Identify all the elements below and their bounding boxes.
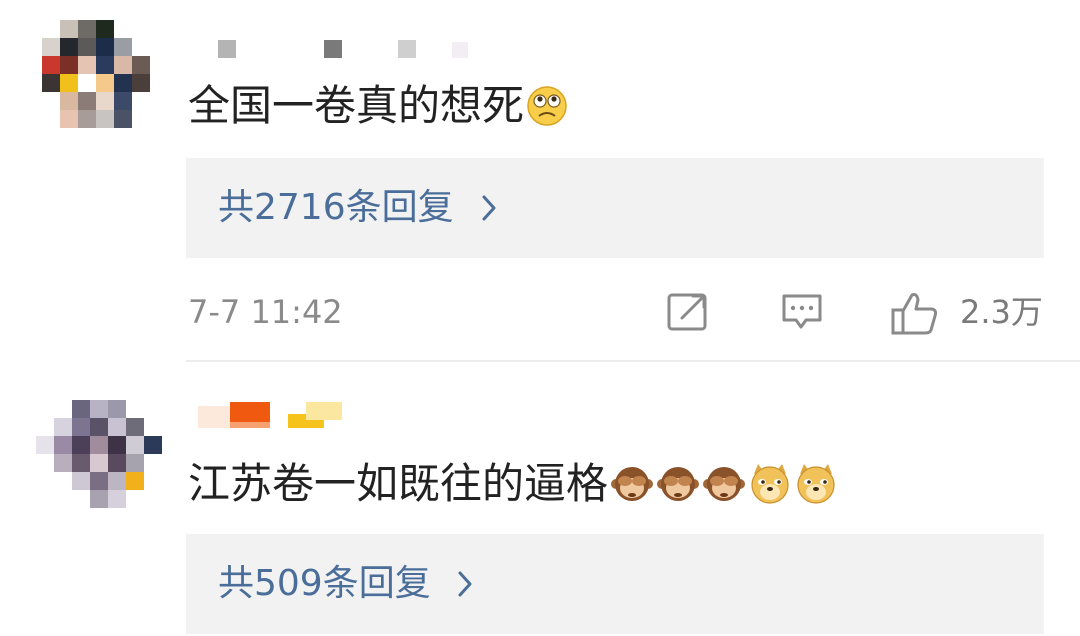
avatar[interactable] (36, 400, 164, 510)
avatar[interactable] (36, 20, 164, 130)
thumbs-up-icon[interactable] (890, 290, 940, 340)
comment-meta: 7-7 11:42 2.3万 (186, 284, 1046, 340)
like-count: 2.3万 (960, 293, 1043, 331)
see-no-evil-monkey-icon (656, 462, 700, 506)
comment-body: 全国一卷真的想死 (188, 81, 525, 130)
comment-body: 江苏卷一如既往的逼格 (188, 459, 609, 508)
see-no-evil-monkey-icon (702, 462, 746, 506)
doge-icon (794, 462, 838, 506)
replies-count-label: 共2716条回复 (218, 187, 454, 228)
chevron-right-icon (480, 194, 498, 226)
comment-list: 全国一卷真的想死 共2716条回复 7-7 11:42 2.3万 江苏卷一如既往… (0, 0, 1080, 636)
crying-face-icon (526, 85, 568, 127)
username-censored[interactable] (190, 36, 490, 66)
chevron-right-icon (456, 570, 474, 602)
comment-item: 江苏卷一如既往的逼格 共509条回复 (0, 362, 1080, 636)
replies-count-label: 共509条回复 (218, 563, 431, 604)
comment-text: 江苏卷一如既往的逼格 (188, 454, 838, 514)
comment-item: 全国一卷真的想死 共2716条回复 7-7 11:42 2.3万 (0, 0, 1080, 360)
timestamp: 7-7 11:42 (188, 293, 343, 331)
comment-icon[interactable] (780, 290, 824, 338)
comment-text: 全国一卷真的想死 (188, 76, 568, 136)
doge-icon (748, 462, 792, 506)
share-edit-icon[interactable] (666, 290, 710, 338)
view-replies-button[interactable]: 共2716条回复 (186, 158, 1044, 258)
see-no-evil-monkey-icon (610, 462, 654, 506)
view-replies-button[interactable]: 共509条回复 (186, 534, 1044, 634)
username-censored[interactable] (190, 400, 490, 430)
